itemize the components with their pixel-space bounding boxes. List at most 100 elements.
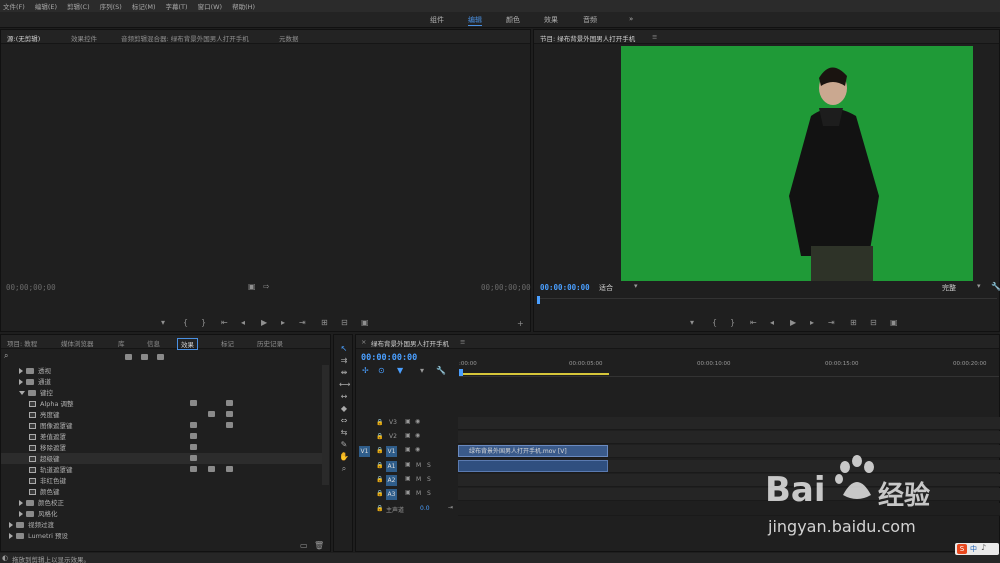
workspace-more-button[interactable]: » [629,15,633,23]
tab-source[interactable]: 源:(无剪辑) [7,33,40,43]
menu-file[interactable]: 文件(F) [3,1,25,11]
go-to-out-icon[interactable]: ⇥ [299,318,306,327]
workspace-tab-editing[interactable]: 编辑 [468,15,482,26]
program-timecode[interactable]: 00:00:00:00 [540,283,590,292]
overwrite-icon[interactable]: ⊟ [341,318,348,327]
selection-tool-icon[interactable]: ↖ [339,344,349,354]
slip-tool-icon[interactable]: ⇔ [339,416,349,426]
effect-item[interactable]: 移除遮罩 [1,442,327,453]
effect-folder[interactable]: 通道 [1,376,327,387]
go-to-in-icon[interactable]: ⇤ [221,318,228,327]
play-icon[interactable]: ▶ [261,318,267,327]
sync-lock-icon[interactable]: ▣ [405,475,411,482]
slide-tool-icon[interactable]: ⇆ [339,428,349,438]
source-patch-v1[interactable]: V1 [359,446,370,457]
tab-project[interactable]: 项目: 教程 [7,338,37,348]
razor-tool-icon[interactable]: ◆ [339,404,349,414]
eye-icon[interactable]: ◉ [415,446,420,453]
add-marker-icon[interactable]: ▼ [397,366,403,375]
tab-history[interactable]: 历史记录 [257,338,283,348]
timeline-timecode[interactable]: 00:00:00:00 [361,353,417,363]
program-scrubber[interactable] [537,296,997,306]
delete-icon[interactable]: 🗑 [314,541,324,550]
mute-button[interactable]: M [416,462,421,469]
step-back-icon[interactable]: ◂ [770,318,774,327]
effect-item[interactable]: Alpha 调整 [1,398,327,409]
audio-clip[interactable] [458,460,608,472]
effect-folder[interactable]: Lumetri 预设 [1,530,327,541]
lock-icon[interactable]: 🔒 [376,419,383,426]
effect-item[interactable]: 非红色键 [1,475,327,486]
program-menu-icon[interactable]: ≡ [652,33,657,41]
lock-icon[interactable]: 🔒 [376,433,383,440]
rolling-edit-tool-icon[interactable]: ⟷ [339,380,350,390]
ripple-edit-tool-icon[interactable]: ⇹ [339,368,349,378]
program-quality-select[interactable]: 完整 [942,283,956,293]
hand-tool-icon[interactable]: ✋ [339,452,349,462]
ime-language[interactable]: 中 [970,544,977,554]
source-settings-icon[interactable]: ▣ [248,282,256,291]
menu-title[interactable]: 字幕(T) [166,1,188,11]
mark-out-icon[interactable]: } [201,318,206,327]
track-label[interactable]: A1 [386,461,397,472]
effect-item[interactable]: 图像遮罩键 [1,420,327,431]
tab-info[interactable]: 信息 [147,338,160,348]
mark-out-icon[interactable]: } [730,318,735,327]
filmstrip-icon[interactable]: ▣ [405,446,411,453]
effect-folder[interactable]: 颜色校正 [1,497,327,508]
new-folder-icon[interactable]: ▭ [300,541,308,550]
eye-icon[interactable]: ◉ [415,418,420,425]
chevron-right-icon[interactable] [19,511,23,517]
menu-window[interactable]: 窗口(W) [198,1,223,11]
add-button-icon[interactable]: + [517,319,524,328]
ime-punctuation-icon[interactable]: ♪ [981,543,986,552]
add-marker-icon[interactable]: ▾ [161,318,165,327]
master-volume-value[interactable]: 0.0 [420,505,430,512]
tab-program[interactable]: 节目: 绿布背景外国男人打开手机 [540,33,635,43]
close-icon[interactable]: × [361,338,366,346]
track-lane-v3[interactable] [458,417,1000,430]
add-marker-icon[interactable]: ▾ [690,318,694,327]
linked-selection-icon[interactable]: ⊙ [378,366,385,375]
lock-icon[interactable]: 🔒 [376,476,383,483]
solo-button[interactable]: S [427,490,431,497]
menu-edit[interactable]: 编辑(E) [35,1,57,11]
32bit-filter-icon[interactable] [141,354,148,360]
extract-icon[interactable]: ⊟ [870,318,877,327]
effect-item[interactable]: 颜色键 [1,486,327,497]
chevron-right-icon[interactable] [9,522,13,528]
effect-item[interactable]: 超级键 [1,453,327,464]
effect-folder[interactable]: 视频过渡 [1,519,327,530]
tab-media-browser[interactable]: 媒体浏览器 [61,338,94,348]
menu-clip[interactable]: 剪辑(C) [67,1,90,11]
mute-button[interactable]: M [416,476,421,483]
eye-icon[interactable]: ◉ [415,432,420,439]
export-frame-icon[interactable]: ▣ [890,318,898,327]
program-fit-select[interactable]: 适合 [599,283,613,293]
source-export-icon[interactable]: ⇨ [263,282,270,291]
workspace-tab-color[interactable]: 颜色 [506,15,520,25]
step-forward-icon[interactable]: ▸ [810,318,814,327]
tab-effect-controls[interactable]: 效果控件 [71,33,97,43]
chevron-down-icon[interactable] [19,391,25,395]
work-area-bar[interactable] [459,373,609,375]
search-icon[interactable]: ⌕ [4,351,8,361]
mark-in-icon[interactable]: { [183,318,188,327]
track-label[interactable]: A2 [386,475,397,486]
sequence-menu-icon[interactable]: ≡ [460,338,465,346]
workspace-tab-effects[interactable]: 效果 [544,15,558,25]
lock-icon[interactable]: 🔒 [376,447,383,454]
rate-stretch-tool-icon[interactable]: ↔ [339,392,349,402]
tab-audio-clip-mixer[interactable]: 音频剪辑混合器: 绿布背景外国男人打开手机 [121,33,249,43]
tab-metadata[interactable]: 元数据 [279,33,299,43]
solo-button[interactable]: S [427,476,431,483]
track-label[interactable]: V1 [386,446,397,457]
tab-sequence[interactable]: 绿布背景外国男人打开手机 [371,338,449,348]
yuv-filter-icon[interactable] [157,354,164,360]
menu-marker[interactable]: 标记(M) [132,1,156,11]
step-forward-icon[interactable]: ▸ [281,318,285,327]
mute-button[interactable]: M [416,490,421,497]
effect-folder[interactable]: 键控 [1,387,327,398]
wrench-icon[interactable]: 🔧 [436,366,446,375]
filmstrip-icon[interactable]: ▣ [405,418,411,425]
